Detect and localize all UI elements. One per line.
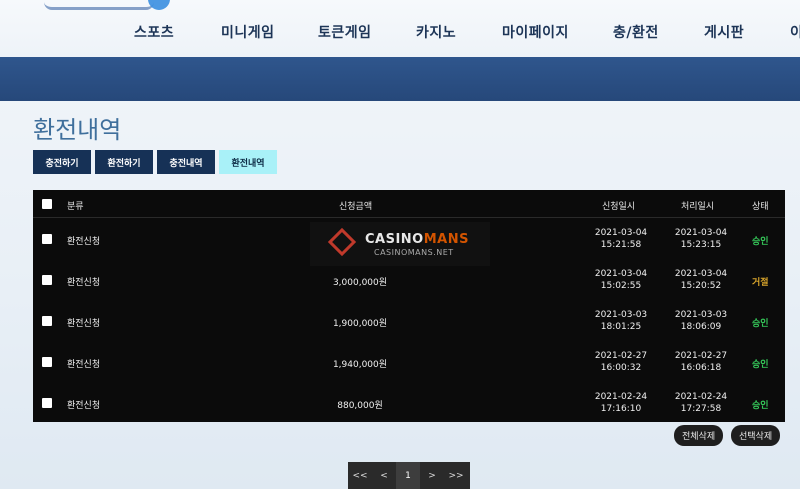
row-checkbox[interactable]: [42, 316, 52, 326]
select-all-checkbox[interactable]: [42, 199, 52, 209]
header-banner: [0, 57, 800, 101]
watermark-brand-a: CASINO: [365, 232, 424, 247]
row-processed-clock: 15:20:52: [680, 281, 722, 291]
row-processed-date: 2021-02-24: [674, 392, 728, 402]
tab-withdraw[interactable]: 환전하기: [95, 150, 153, 174]
row-request-date: 2021-03-04: [594, 228, 648, 238]
nav-item-casino[interactable]: 카지노: [416, 22, 456, 42]
row-request-date: 2021-02-24: [594, 392, 648, 402]
row-amount: 1,900,000원: [332, 319, 388, 329]
top-nav: 스포츠 미니게임 토큰게임 카지노 마이페이지 충/환전 게시판 이: [0, 0, 800, 57]
tab-deposit-history[interactable]: 충전내역: [157, 150, 215, 174]
nav-item-mypage[interactable]: 마이페이지: [502, 22, 569, 42]
row-amount: 880,000원: [337, 401, 383, 411]
row-request-date: 2021-03-03: [594, 310, 648, 320]
diamond-logo-icon: [327, 227, 357, 257]
status-badge: 거절: [752, 278, 769, 288]
watermark-brand-b: MANS: [423, 232, 469, 247]
row-checkbox[interactable]: [42, 357, 52, 367]
row-checkbox[interactable]: [42, 275, 52, 285]
row-type: 환전신청: [67, 237, 101, 247]
status-badge: 승인: [752, 360, 769, 370]
row-processed-date: 2021-03-04: [674, 269, 728, 279]
nav-item-token-game[interactable]: 토큰게임: [318, 22, 372, 42]
header-type: 분류: [67, 202, 84, 212]
table-header: 분류 신청금액 신청일시 처리일시 상태: [33, 190, 785, 218]
delete-selected-button[interactable]: 선택삭제: [731, 425, 781, 446]
delete-all-button[interactable]: 전체삭제: [674, 425, 724, 446]
row-request-clock: 15:21:58: [600, 240, 642, 250]
page-first-button[interactable]: <<: [348, 462, 372, 489]
row-request-clock: 15:02:55: [600, 281, 642, 291]
table-row: 환전신청 1,940,000원 2021-02-27 16:00:32 2021…: [33, 342, 785, 382]
tab-deposit[interactable]: 충전하기: [33, 150, 91, 174]
page-current[interactable]: 1: [396, 462, 420, 489]
nav-item-board[interactable]: 게시판: [704, 22, 744, 42]
row-type: 환전신청: [67, 278, 101, 288]
logo-drop-icon: [148, 0, 170, 10]
row-processed-clock: 16:06:18: [680, 363, 722, 373]
nav-item-more[interactable]: 이: [790, 22, 800, 42]
row-processed-clock: 17:27:58: [680, 404, 722, 414]
header-request-time: 신청일시: [602, 202, 636, 212]
page-last-button[interactable]: >>: [444, 462, 468, 489]
row-type: 환전신청: [67, 319, 101, 329]
row-request-clock: 17:16:10: [600, 404, 642, 414]
site-logo[interactable]: [44, 0, 154, 10]
row-request-date: 2021-02-27: [594, 351, 648, 361]
nav-item-deposit-withdraw[interactable]: 충/환전: [613, 22, 659, 42]
nav-item-sports[interactable]: 스포츠: [134, 22, 174, 42]
row-processed-date: 2021-03-03: [674, 310, 728, 320]
row-processed-clock: 15:23:15: [680, 240, 722, 250]
header-amount: 신청금액: [339, 202, 373, 212]
row-checkbox[interactable]: [42, 234, 52, 244]
row-checkbox[interactable]: [42, 398, 52, 408]
page-prev-button[interactable]: <: [372, 462, 396, 489]
table-row: 환전신청 880,000원 2021-02-24 17:16:10 2021-0…: [33, 383, 785, 423]
watermark: CASINOMANS CASINOMANS.NET: [310, 222, 490, 266]
row-type: 환전신청: [67, 360, 101, 370]
nav-item-minigame[interactable]: 미니게임: [221, 22, 275, 42]
row-processed-date: 2021-03-04: [674, 228, 728, 238]
status-badge: 승인: [752, 401, 769, 411]
pagination: << < 1 > >>: [348, 462, 470, 489]
page-title: 환전내역: [33, 116, 122, 144]
row-type: 환전신청: [67, 401, 101, 411]
row-processed-date: 2021-02-27: [674, 351, 728, 361]
row-amount: 1,940,000원: [332, 360, 388, 370]
header-processed-time: 처리일시: [681, 202, 715, 212]
page-next-button[interactable]: >: [420, 462, 444, 489]
table-row: 환전신청 3,000,000원 2021-03-04 15:02:55 2021…: [33, 260, 785, 300]
header-status: 상태: [752, 202, 769, 212]
status-badge: 승인: [752, 319, 769, 329]
tab-withdraw-history[interactable]: 환전내역: [219, 150, 277, 174]
watermark-brand: CASINOMANS: [365, 232, 469, 247]
row-processed-clock: 18:06:09: [680, 322, 722, 332]
row-request-date: 2021-03-04: [594, 269, 648, 279]
status-badge: 승인: [752, 237, 769, 247]
table-row: 환전신청 1,900,000원 2021-03-03 18:01:25 2021…: [33, 301, 785, 341]
row-request-clock: 16:00:32: [600, 363, 642, 373]
row-amount: 3,000,000원: [332, 278, 388, 288]
row-request-clock: 18:01:25: [600, 322, 642, 332]
watermark-url: CASINOMANS.NET: [374, 248, 454, 257]
